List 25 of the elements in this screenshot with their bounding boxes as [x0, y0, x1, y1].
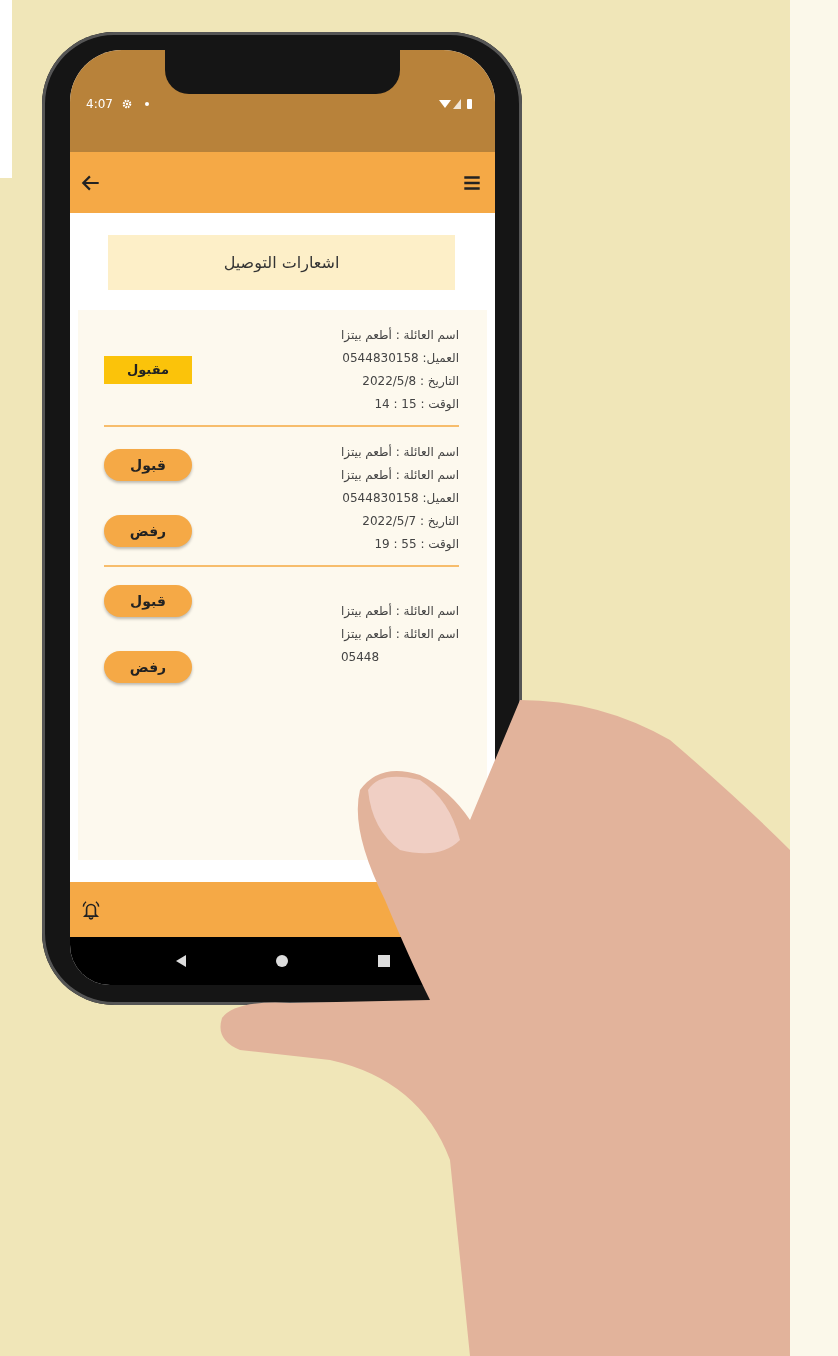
action-button[interactable]: رفض [104, 651, 192, 683]
home-circle-icon[interactable] [275, 954, 290, 968]
gear-icon [120, 98, 133, 110]
page-title: اشعارات التوصيل [108, 235, 455, 290]
detail-text: الوقت : 55 : 19 [374, 537, 459, 551]
bell-icon[interactable] [80, 898, 102, 921]
detail-text: اسم العائلة : أطعم بيتزا [340, 445, 459, 459]
action-button[interactable]: قبول [104, 449, 192, 481]
detail-text: العميل: 0544830158 [342, 491, 459, 505]
detail-text: اسم العائلة : أطعم بيتزا [340, 604, 459, 618]
detail-text: 05448 [340, 650, 380, 664]
action-button[interactable]: رفض [104, 515, 192, 547]
signal-battery-icon [439, 98, 475, 110]
detail-text: اسم العائلة : أطعم بيتزا [340, 468, 459, 482]
detail-text: التاريخ : 2022/5/8 [362, 374, 459, 388]
dot-icon [144, 102, 149, 106]
detail-text: اسم العائلة : أطعم بيتزا [340, 328, 459, 342]
detail-text: الوقت : 15 : 14 [374, 397, 459, 411]
detail-text: التاريخ : 2022/5/7 [362, 514, 459, 528]
status-time: 4:07 [86, 97, 113, 111]
action-button[interactable]: قبول [104, 585, 192, 617]
detail-text: اسم العائلة : أطعم بيتزا [340, 627, 459, 641]
status-badge: مقبول [104, 355, 192, 384]
detail-text: العميل: 0544830158 [342, 351, 459, 365]
recents-square-icon[interactable] [377, 954, 392, 968]
